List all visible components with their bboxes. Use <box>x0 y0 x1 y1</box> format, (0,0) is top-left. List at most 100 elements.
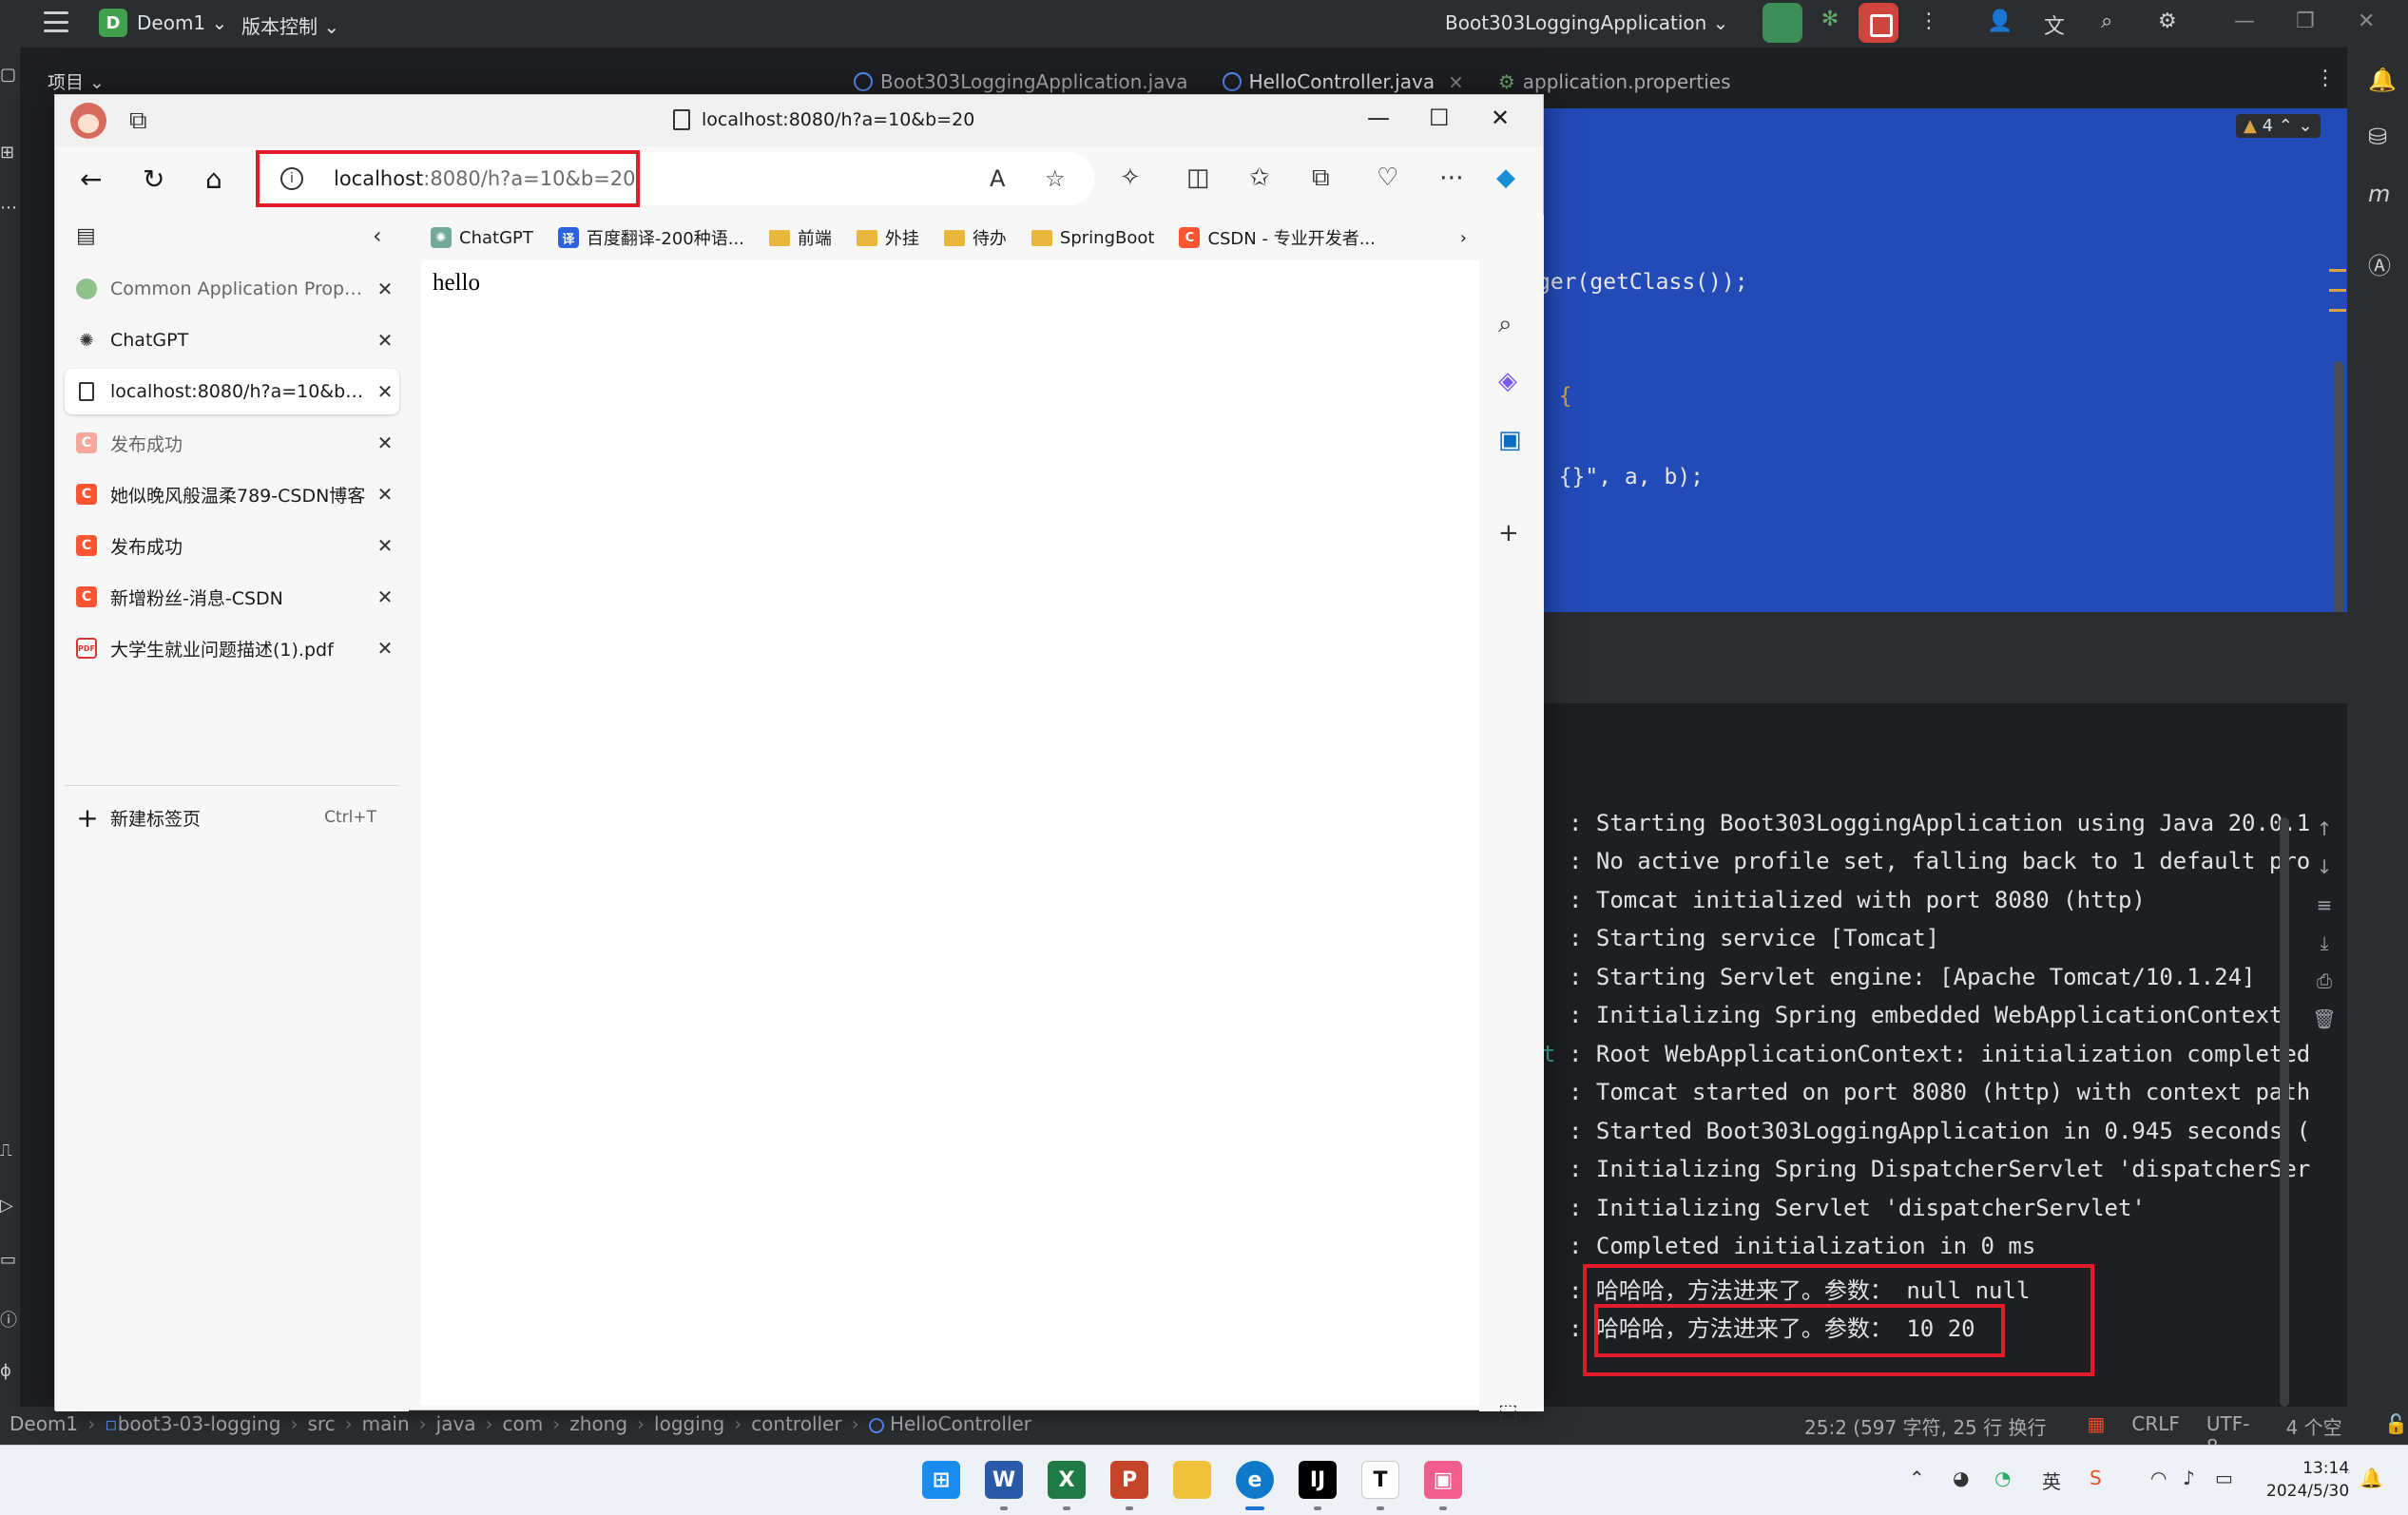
project-badge[interactable]: D <box>99 9 127 37</box>
close-icon[interactable]: ✕ <box>371 431 399 454</box>
breadcrumb-item[interactable]: controller <box>751 1412 841 1435</box>
refresh-icon[interactable]: ↻ <box>143 163 164 195</box>
scroll-up-icon[interactable]: ↑ <box>2301 817 2348 855</box>
close-icon[interactable]: ✕ <box>1491 105 1510 131</box>
read-aloud-icon[interactable]: A <box>990 165 1005 192</box>
outlook-icon[interactable]: ▣ <box>1498 426 1522 454</box>
terminal-tool-icon[interactable]: ▭ <box>0 1250 16 1270</box>
breadcrumb-item[interactable]: java <box>436 1412 476 1435</box>
breadcrumb-item[interactable]: logging <box>654 1412 724 1435</box>
favorite-baidu-translate[interactable]: 译百度翻译-200种语... <box>548 225 755 250</box>
restore-icon[interactable]: ❐ <box>2296 10 2315 33</box>
new-tab-button[interactable]: + 新建标签页 Ctrl+T <box>65 796 399 838</box>
favorite-chatgpt[interactable]: ✺ ChatGPT <box>420 227 544 248</box>
favorite-folder-springboot[interactable]: SpringBoot <box>1021 228 1165 248</box>
wifi-icon[interactable]: ◠ <box>2150 1467 2167 1489</box>
breadcrumb-item[interactable]: HelloController <box>868 1412 1031 1435</box>
favorite-folder-todo[interactable]: 待办 <box>934 225 1017 250</box>
favorites-more-icon[interactable]: › <box>1450 228 1477 248</box>
git-tool-icon[interactable]: ϕ <box>0 1361 11 1381</box>
run-configuration-selector[interactable]: Boot303LoggingApplication ⌄ <box>1445 11 1728 34</box>
breadcrumb-item[interactable]: src <box>307 1412 335 1435</box>
favorite-folder-plugins[interactable]: 外挂 <box>846 225 930 250</box>
close-icon[interactable]: ✕ <box>371 585 399 608</box>
tray-overflow-icon[interactable]: ⌃ <box>1909 1467 1925 1489</box>
split-screen-icon[interactable]: ◫ <box>1186 163 1210 192</box>
project-panel-label[interactable]: 项目 ⌄ <box>48 68 105 94</box>
breadcrumb-item[interactable]: main <box>362 1412 410 1435</box>
notifications-icon[interactable]: 🔔 <box>2368 67 2397 93</box>
stop-button[interactable] <box>1859 3 1898 43</box>
close-icon[interactable]: ✕ <box>371 380 399 403</box>
structure-tool-icon[interactable]: ⊞ <box>0 143 14 163</box>
browser-essentials-icon[interactable]: ♡ <box>1377 163 1398 192</box>
clock[interactable]: 13:14 2024/5/30 <box>2266 1457 2349 1503</box>
profile-avatar[interactable] <box>70 103 106 139</box>
collapse-pane-icon[interactable]: ‹ <box>373 222 382 249</box>
edge-icon[interactable]: e <box>1236 1461 1274 1499</box>
favorite-star-icon[interactable]: ☆ <box>1045 165 1066 192</box>
debug-icon[interactable]: ✻ <box>1816 8 1844 36</box>
tab-localhost[interactable]: localhost:8080/h?a=10&b=20 ✕ <box>65 369 399 414</box>
close-icon[interactable]: × <box>1448 70 1464 93</box>
back-icon[interactable]: ← <box>80 163 102 195</box>
more-tools-icon[interactable]: ⋯ <box>0 198 17 218</box>
close-icon[interactable]: ✕ <box>371 637 399 660</box>
translate-icon[interactable]: 文 <box>2044 10 2065 40</box>
wechat-icon[interactable]: ◔ <box>1994 1467 2011 1489</box>
project-name[interactable]: Deom1 ⌄ <box>137 11 227 34</box>
close-icon[interactable]: ✕ <box>2358 10 2375 33</box>
home-icon[interactable]: ⌂ <box>205 163 222 195</box>
extensions-icon[interactable]: ✧ <box>1120 163 1141 192</box>
rerun-button[interactable] <box>1763 3 1802 43</box>
services-tool-icon[interactable]: ⎍ <box>0 1141 12 1160</box>
tab-publish-success-1[interactable]: C 发布成功 ✕ <box>65 420 399 466</box>
tab-csdn-followers[interactable]: C 新增粉丝-消息-CSDN ✕ <box>65 574 399 620</box>
favorite-folder-frontend[interactable]: 前端 <box>759 225 842 250</box>
more-icon[interactable]: ⋮ <box>1918 10 1939 33</box>
tab-csdn-blog[interactable]: C 她似晚风般温柔789-CSDN博客 ✕ <box>65 471 399 517</box>
add-sidebar-app-icon[interactable]: + <box>1498 519 1519 547</box>
maximize-icon[interactable]: ☐ <box>1429 105 1450 131</box>
file-explorer-icon[interactable] <box>1173 1461 1211 1499</box>
vcs-menu[interactable]: 版本控制 ⌄ <box>241 11 339 39</box>
qq-icon[interactable]: ◕ <box>1953 1467 1969 1489</box>
scroll-to-end-icon[interactable]: ⤓ <box>2301 931 2348 969</box>
close-icon[interactable]: ✕ <box>371 329 399 352</box>
account-icon[interactable]: 👤 <box>1987 10 2013 33</box>
favorite-csdn[interactable]: C CSDN - 专业开发者... <box>1168 225 1385 250</box>
screenshot-icon[interactable]: ⬚ <box>1498 1401 1518 1425</box>
sogou-icon[interactable]: S <box>2090 1467 2102 1489</box>
close-icon[interactable]: ✕ <box>371 278 399 300</box>
close-icon[interactable]: ✕ <box>371 534 399 557</box>
favorites-icon[interactable]: ✩ <box>1249 163 1270 192</box>
editor-scrollbar[interactable] <box>2334 361 2343 637</box>
minimize-icon[interactable]: — <box>2234 10 2255 33</box>
battery-icon[interactable]: ▭ <box>2215 1467 2233 1489</box>
breadcrumb-item[interactable]: ▫boot3-03-logging <box>105 1412 280 1435</box>
close-icon[interactable]: ✕ <box>371 483 399 506</box>
problems-tool-icon[interactable]: ⓘ <box>0 1307 17 1332</box>
word-icon[interactable]: W <box>985 1461 1023 1499</box>
page-viewport[interactable]: hello <box>421 260 1479 1406</box>
breadcrumb-item[interactable]: Deom1 <box>10 1412 78 1435</box>
search-icon[interactable]: ⌕ <box>1498 310 1512 339</box>
bilibili-icon[interactable]: ▣ <box>1424 1461 1462 1499</box>
scroll-down-icon[interactable]: ↓ <box>2301 855 2348 893</box>
windows-start-icon[interactable]: ⊞ <box>922 1461 960 1499</box>
copilot-sidebar-icon[interactable]: ◈ <box>1498 367 1517 395</box>
tab-publish-success-2[interactable]: C 发布成功 ✕ <box>65 523 399 568</box>
settings-icon[interactable]: ⚙ <box>2158 10 2177 33</box>
project-tool-icon[interactable]: ▢ <box>0 65 16 85</box>
ai-assistant-icon[interactable]: Ⓐ <box>2368 247 2391 280</box>
search-icon[interactable]: ⌕ <box>2101 10 2112 33</box>
breadcrumb-item[interactable]: zhong <box>569 1412 627 1435</box>
ime-indicator[interactable]: 英 <box>2042 1467 2061 1494</box>
excel-icon[interactable]: X <box>1048 1461 1086 1499</box>
main-menu-icon[interactable] <box>44 11 68 32</box>
trash-icon[interactable]: 🗑 <box>2301 1007 2348 1045</box>
run-tool-icon[interactable]: ▷ <box>0 1196 13 1216</box>
typora-icon[interactable]: T <box>1361 1461 1399 1499</box>
minimize-icon[interactable]: — <box>1367 105 1390 131</box>
workspaces-icon[interactable]: ⧉ <box>129 106 147 136</box>
